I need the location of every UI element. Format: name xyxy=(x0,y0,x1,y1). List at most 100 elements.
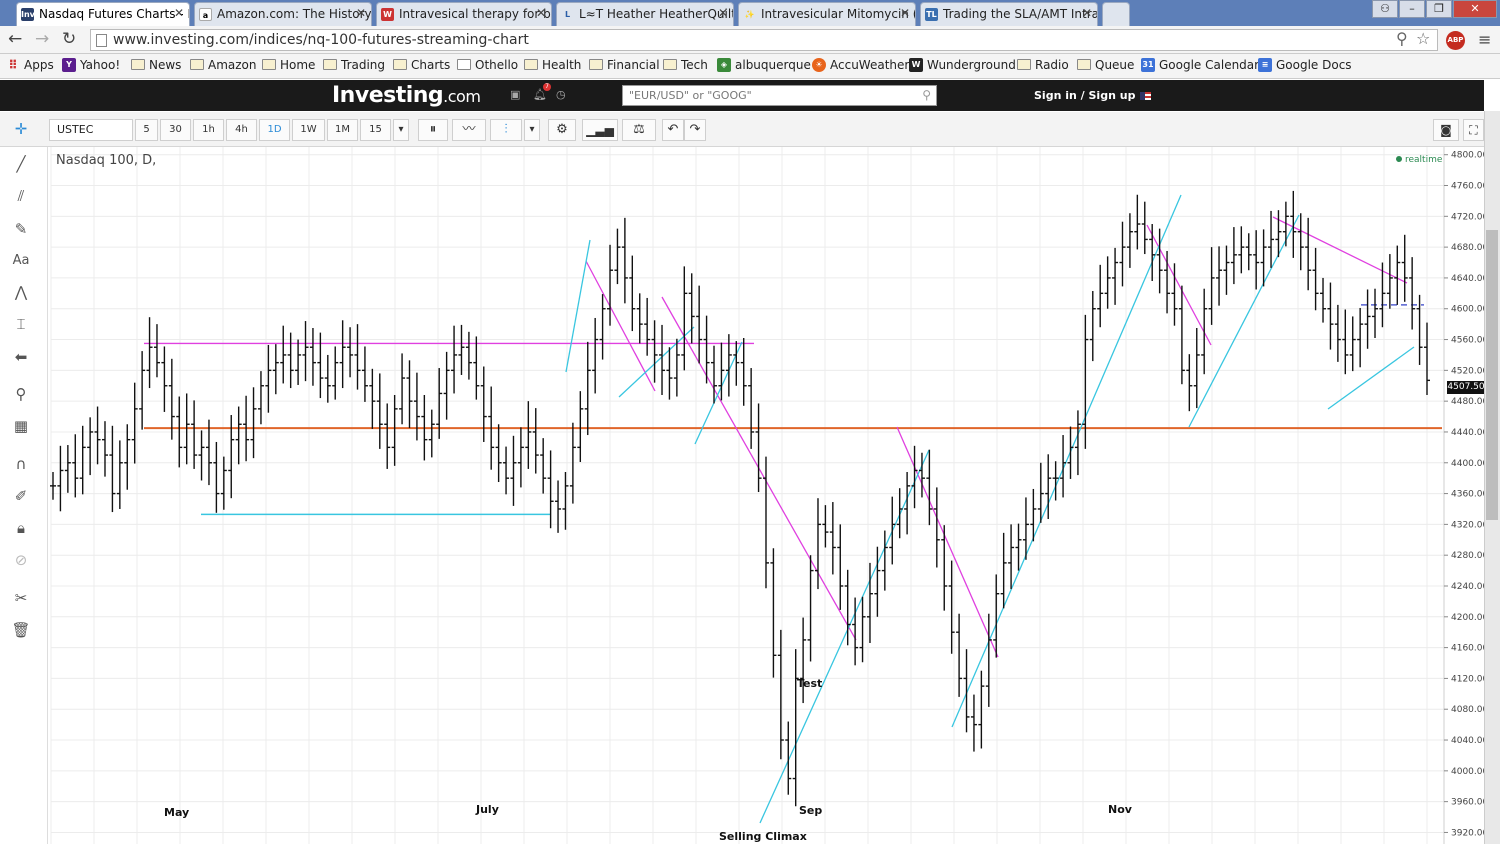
tab-intravesicular-mitomycin[interactable]: ✨ Intravesicular Mitomycin (I ✕ xyxy=(738,2,916,26)
sign-in-link[interactable]: Sign in / Sign up xyxy=(1034,89,1135,102)
scrollbar-thumb[interactable] xyxy=(1486,230,1498,520)
price-chart[interactable]: 4800.00 4760.00 4720.00 4680.00 4640.00 4600.… xyxy=(49,147,1484,844)
tab-nasdaq-futures[interactable]: Inv Nasdaq Futures Charts - Ir ✕ xyxy=(16,2,190,26)
reload-icon[interactable]: ↻ xyxy=(62,29,76,49)
zoom-icon[interactable]: ⚲ xyxy=(10,383,32,405)
tab-amazon[interactable]: a Amazon.com: The History ✕ xyxy=(194,2,372,26)
interval-15[interactable]: 15 xyxy=(360,119,391,141)
bookmark-home[interactable]: Home xyxy=(262,58,315,72)
ohlc-bar xyxy=(681,266,688,371)
interval-1w[interactable]: 1W xyxy=(292,119,325,141)
gear-icon[interactable]: ⚙ xyxy=(548,119,576,141)
pattern-icon[interactable]: ⋀ xyxy=(10,281,32,303)
page-icon xyxy=(457,59,471,70)
close-icon[interactable]: ✕ xyxy=(718,6,728,20)
indicators-icon[interactable]: ▁▃▅ xyxy=(582,119,618,141)
ohlc-bar xyxy=(956,613,963,697)
symbol-input[interactable]: USTEC xyxy=(49,119,133,141)
tab-trading-sla[interactable]: TL Trading the SLA/AMT Intra ✕ xyxy=(920,2,1098,26)
ruler-icon[interactable]: ▦ xyxy=(10,415,32,437)
briefcase-icon[interactable]: ▣ xyxy=(510,88,520,101)
ohlc-bar xyxy=(198,430,205,481)
site-search-input[interactable]: "EUR/USD" or "GOOG" ⚲ xyxy=(622,85,937,106)
investing-logo[interactable]: Investing.com xyxy=(332,83,481,108)
interval-dropdown-chevron-icon[interactable]: ▾ xyxy=(393,119,409,141)
bookmark-othello[interactable]: Othello xyxy=(457,58,518,72)
bookmark-accuweather[interactable]: ☀ AccuWeather xyxy=(812,58,909,72)
trash-icon[interactable]: 🗑︎ xyxy=(10,619,32,641)
y-tick-label: 4080.00 xyxy=(1451,705,1484,715)
lock-icon[interactable]: 🔒︎ xyxy=(10,517,32,539)
tab-intravesical-therapy[interactable]: W Intravesical therapy for bla ✕ xyxy=(376,2,552,26)
url-input[interactable]: www.investing.com/indices/nq-100-futures… xyxy=(90,29,1438,51)
crosshair-icon[interactable]: ✛ xyxy=(8,119,34,141)
bookmark-albuquerque[interactable]: ◈ albuquerque xyxy=(717,58,811,72)
arrow-icon[interactable]: ⬅ xyxy=(10,346,32,368)
close-icon[interactable]: ✕ xyxy=(356,6,366,20)
camera-icon[interactable]: ◙ xyxy=(1433,119,1459,141)
bookmark-queue[interactable]: Queue xyxy=(1077,58,1134,72)
text-tool-icon[interactable]: Aa xyxy=(10,250,32,272)
undo-icon[interactable]: ↶ xyxy=(662,119,684,141)
interval-30[interactable]: 30 xyxy=(160,119,191,141)
close-icon[interactable]: ✕ xyxy=(174,6,184,20)
bookmark-health[interactable]: Health xyxy=(524,58,581,72)
close-icon[interactable]: ✕ xyxy=(1082,6,1092,20)
magnet-icon[interactable]: ∩ xyxy=(10,453,32,475)
adblock-icon[interactable]: ABP xyxy=(1446,31,1465,50)
notification-badge: 7 xyxy=(543,83,551,91)
tools-icon[interactable]: ✂ xyxy=(10,587,32,609)
ohlc-bar xyxy=(517,427,524,488)
bookmark-news[interactable]: News xyxy=(131,58,181,72)
new-tab-button[interactable] xyxy=(1102,2,1130,26)
bookmark-google-calendar[interactable]: 31 Google Calendar xyxy=(1141,58,1259,72)
eye-icon[interactable]: ⊘ xyxy=(10,549,32,571)
bookmark-yahoo[interactable]: Y Yahoo! xyxy=(62,58,120,72)
bookmark-wunderground[interactable]: W Wunderground xyxy=(909,58,1016,72)
menu-icon[interactable]: ≡ xyxy=(1478,30,1491,49)
interval-1m[interactable]: 1M xyxy=(327,119,358,141)
close-icon[interactable]: ✕ xyxy=(900,6,910,20)
us-flag-icon[interactable] xyxy=(1140,92,1151,100)
bookmark-financial[interactable]: Financial xyxy=(589,58,660,72)
tab-heather-quilt[interactable]: L L≈T Heather HeatherQuilt Cov ✕ xyxy=(556,2,734,26)
ohlc-bar xyxy=(1178,285,1185,385)
measure-icon[interactable]: ⌶ xyxy=(10,313,32,335)
minimize-icon[interactable]: – xyxy=(1399,0,1425,18)
pencil-lock-icon[interactable]: ✐ xyxy=(10,485,32,507)
interval-4h[interactable]: 4h xyxy=(226,119,257,141)
interval-5[interactable]: 5 xyxy=(135,119,158,141)
fib-icon[interactable]: ⫽ xyxy=(10,185,32,207)
bookmark-trading[interactable]: Trading xyxy=(323,58,385,72)
bookmark-star-icon[interactable]: ☆ xyxy=(1416,29,1430,48)
bars-icon[interactable]: ⫶ xyxy=(490,119,522,141)
back-arrow-icon[interactable]: ← xyxy=(8,29,22,49)
folder-icon xyxy=(1017,59,1031,70)
bookmark-apps[interactable]: ⠿ Apps xyxy=(6,58,53,72)
brush-icon[interactable]: ✎ xyxy=(10,218,32,240)
forward-arrow-icon[interactable]: → xyxy=(35,29,49,49)
bookmark-tech[interactable]: Tech xyxy=(663,58,708,72)
trend-line-icon[interactable]: ╱ xyxy=(10,153,32,175)
apps-grid-icon: ⠿ xyxy=(8,58,18,72)
chart-type-chevron-icon[interactable]: ▾ xyxy=(524,119,540,141)
bookmark-charts[interactable]: Charts xyxy=(393,58,450,72)
bookmark-amazon[interactable]: Amazon xyxy=(190,58,257,72)
candles-icon[interactable]: ⏸ xyxy=(418,119,448,141)
tab-label: Trading the SLA/AMT Intra xyxy=(943,7,1098,21)
close-icon[interactable]: ✕ xyxy=(536,6,546,20)
line-chart-icon[interactable]: 〰 xyxy=(452,119,486,141)
compare-scales-icon[interactable]: ⚖ xyxy=(622,119,656,141)
search-icon[interactable]: ⚲ xyxy=(922,88,931,102)
maximize-icon[interactable]: ❐ xyxy=(1426,0,1452,18)
bookmark-google-docs[interactable]: ≡ Google Docs xyxy=(1258,58,1352,72)
bookmark-radio[interactable]: Radio xyxy=(1017,58,1069,72)
clock-icon[interactable]: ◷ xyxy=(556,88,566,101)
close-window-icon[interactable]: ✕ xyxy=(1453,0,1497,18)
redo-icon[interactable]: ↷ xyxy=(684,119,706,141)
fullscreen-icon[interactable]: ⛶ xyxy=(1463,119,1484,141)
interval-1d[interactable]: 1D xyxy=(259,119,290,141)
search-icon[interactable]: ⚲ xyxy=(1396,29,1408,48)
user-icon[interactable]: ⚇ xyxy=(1372,0,1398,18)
interval-1h[interactable]: 1h xyxy=(193,119,224,141)
